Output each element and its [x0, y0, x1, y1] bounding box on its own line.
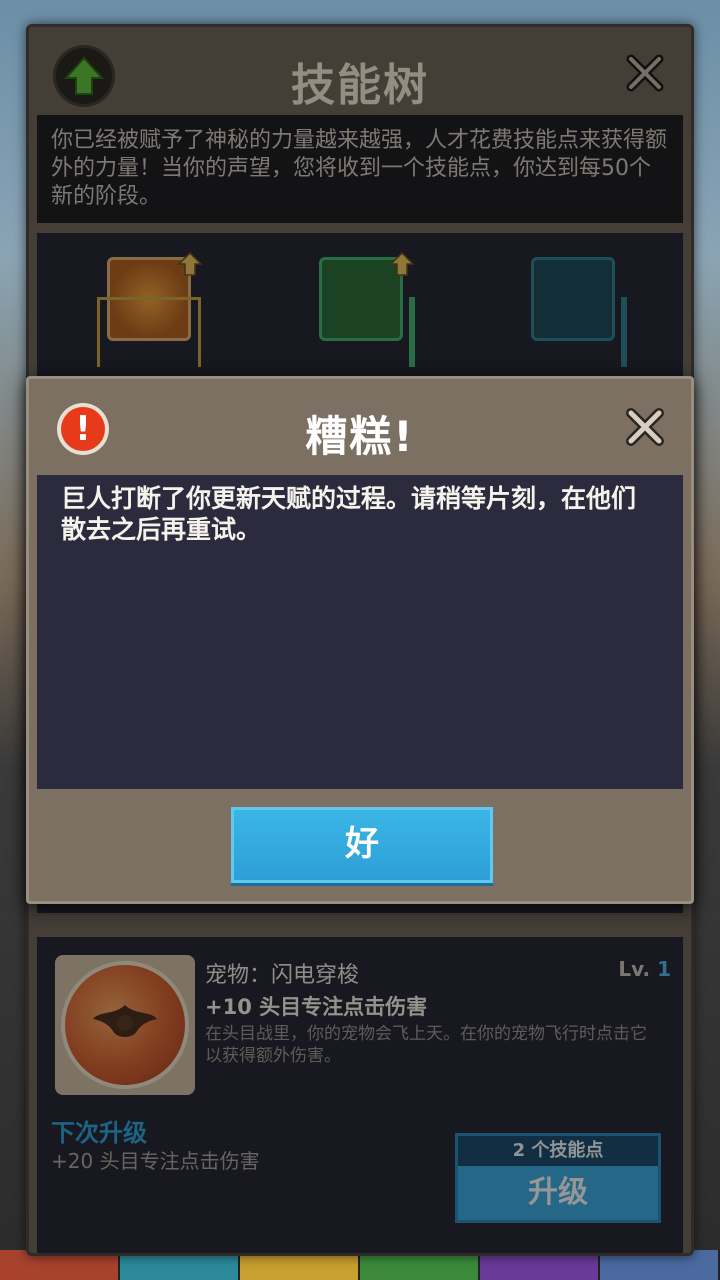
pet-effect: +10 头目专注点击伤害 — [205, 995, 428, 1019]
pet-name: 宠物：闪电穿梭 — [205, 963, 360, 988]
error-modal: ! 糟糕! 巨人打断了你更新天赋的过程。请稍等片刻，在他们散去之后再重试。 好 — [26, 376, 694, 904]
tree-connector — [621, 297, 627, 367]
modal-header: ! 糟糕! — [29, 379, 691, 475]
tree-connector — [409, 297, 415, 367]
pet-level: Lv. 1 — [618, 957, 671, 981]
pet-upgrade-card: 宠物：闪电穿梭 Lv. 1 +10 头目专注点击伤害 在头目战里，你的宠物会飞上… — [37, 937, 683, 1253]
skill-node[interactable] — [531, 257, 615, 341]
tree-connector — [97, 297, 201, 367]
close-icon[interactable] — [621, 49, 669, 97]
panel-description: 你已经被赋予了神秘的力量越来越强，人才花费技能点来获得额外的力量！当你的声望，您… — [37, 115, 683, 223]
next-upgrade-label: 下次升级 — [51, 1119, 147, 1147]
upgrade-label: 升级 — [528, 1175, 588, 1210]
level-value: 1 — [657, 957, 671, 981]
upgrade-cost: 2 个技能点 — [458, 1136, 658, 1166]
modal-message: 巨人打断了你更新天赋的过程。请稍等片刻，在他们散去之后再重试。 — [37, 475, 683, 789]
pet-description: 在头目战里，你的宠物会飞上天。在你的宠物飞行时点击它以获得额外伤害。 — [205, 1024, 647, 1066]
next-upgrade-effect: +20 头目专注点击伤害 — [51, 1149, 260, 1173]
level-prefix: Lv. — [618, 957, 651, 981]
ok-button[interactable]: 好 — [231, 807, 493, 883]
upgrade-arrow-icon — [389, 251, 415, 276]
upgrade-arrow-icon — [177, 251, 203, 276]
pet-icon — [55, 955, 195, 1095]
modal-title: 糟糕! — [305, 412, 415, 461]
panel-title: 技能树 — [291, 60, 429, 111]
upgrade-button[interactable]: 2 个技能点 升级 — [455, 1133, 661, 1223]
close-icon[interactable] — [621, 403, 669, 451]
